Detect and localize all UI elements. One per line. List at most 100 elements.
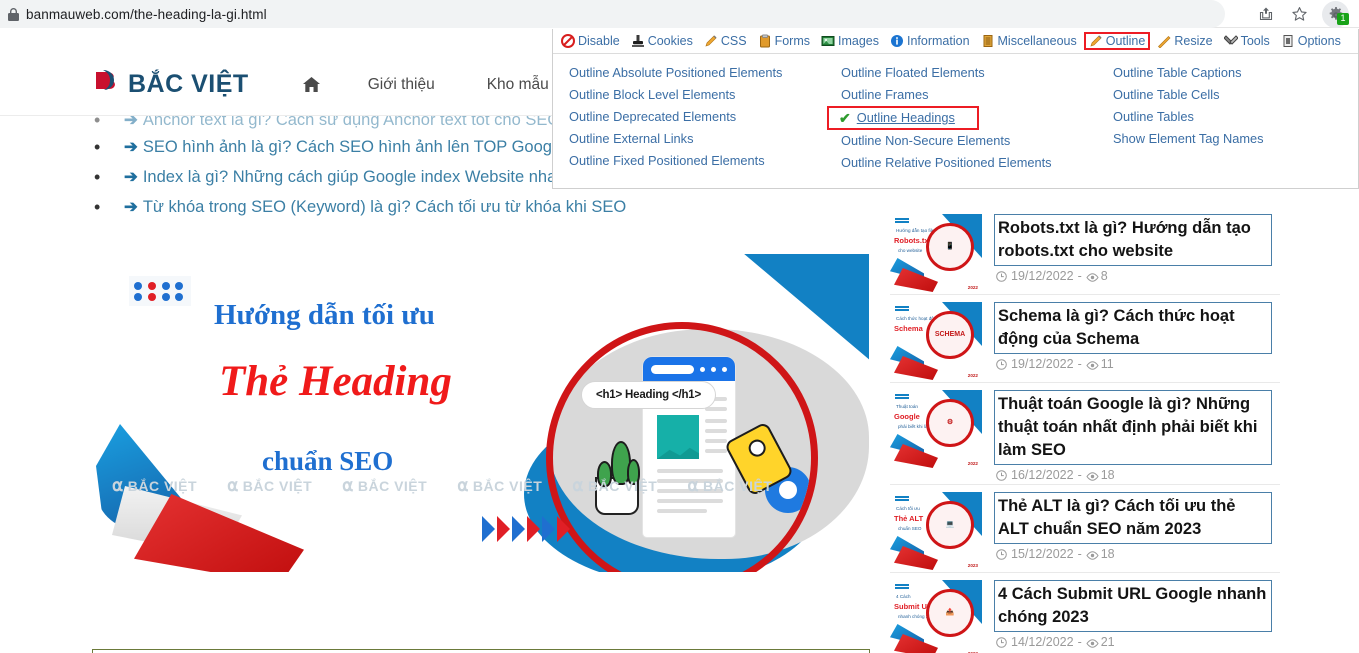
toolbar-item-css[interactable]: CSS	[700, 33, 751, 49]
browser-chrome: banmauweb.com/the-heading-la-gi.html 1	[0, 0, 1359, 28]
list-item[interactable]: Cách thức hoạt động Schema SCHEMA 2022 S…	[890, 295, 1280, 383]
toolbar-item-resize[interactable]: Resize	[1153, 33, 1216, 49]
post-title[interactable]: Robots.txt là gì? Hướng dẫn tạo robots.t…	[994, 214, 1272, 266]
post-date: 14/12/2022	[1011, 635, 1074, 649]
menu-item-outline-relative-positioned-elements[interactable]: Outline Relative Positioned Elements	[831, 152, 1097, 174]
menu-item-outline-absolute-positioned-elements[interactable]: Outline Absolute Positioned Elements	[553, 62, 831, 84]
menu-item-outline-deprecated-elements[interactable]: Outline Deprecated Elements	[553, 106, 831, 128]
list-item[interactable]: Hướng dẫn tạo file Robots.txt cho websit…	[890, 207, 1280, 295]
menu-item-outline-table-captions[interactable]: Outline Table Captions	[1097, 62, 1357, 84]
toolbar-item-cookies[interactable]: Cookies	[627, 33, 697, 49]
thumb-ring: ⚙	[926, 399, 974, 447]
post-meta: 14/12/2022 - 21	[994, 635, 1272, 649]
list-item[interactable]: ➔Từ khóa trong SEO (Keyword) là gì? Cách…	[94, 192, 854, 222]
menu-item-outline-frames[interactable]: Outline Frames	[831, 84, 1097, 106]
menu-item-label: Outline Floated Elements	[841, 65, 985, 80]
post-title[interactable]: Thẻ ALT là gì? Cách tối ưu thẻ ALT chuẩn…	[994, 492, 1272, 544]
post-views: 18	[1100, 468, 1115, 482]
star-icon[interactable]	[1288, 3, 1310, 25]
thumb-line-2: Google	[894, 412, 920, 421]
extension-badge: 1	[1337, 13, 1349, 25]
eye-icon	[1086, 549, 1099, 560]
clock-icon	[996, 469, 1007, 481]
pencil-icon	[1089, 34, 1103, 48]
thumb-ring: 📤	[926, 589, 974, 637]
toolbar-label: Disable	[578, 34, 620, 48]
menu-column-3: Outline Table Captions Outline Table Cel…	[1097, 62, 1357, 174]
web-developer-toolbar: Disable Cookies CSS Forms Images Informa…	[553, 29, 1358, 54]
infographic-line-2: Thẻ Heading	[219, 358, 452, 405]
menu-item-outline-fixed-positioned-elements[interactable]: Outline Fixed Positioned Elements	[553, 150, 831, 172]
eye-icon	[1086, 470, 1099, 481]
menu-item-outline-non-secure-elements[interactable]: Outline Non-Secure Elements	[831, 130, 1097, 152]
web-developer-panel: Disable Cookies CSS Forms Images Informa…	[552, 29, 1359, 189]
post-title[interactable]: 4 Cách Submit URL Google nhanh chóng 202…	[994, 580, 1272, 632]
menu-item-show-element-tag-names[interactable]: Show Element Tag Names	[1097, 128, 1357, 150]
clock-icon	[996, 358, 1007, 370]
menu-item-label: Show Element Tag Names	[1113, 131, 1264, 146]
menu-item-outline-external-links[interactable]: Outline External Links	[553, 128, 831, 150]
menu-item-label: Outline Deprecated Elements	[569, 109, 737, 124]
toolbar-item-outline[interactable]: Outline	[1083, 32, 1151, 50]
post-body: 4 Cách Submit URL Google nhanh chóng 202…	[994, 580, 1280, 653]
menu-item-label: Outline External Links	[569, 131, 694, 146]
menu-item-label: Outline Non-Secure Elements	[841, 133, 1011, 148]
post-meta: 15/12/2022 - 18	[994, 547, 1272, 561]
dot-icon	[711, 366, 716, 372]
toolbar-item-tools[interactable]: Tools	[1220, 33, 1274, 49]
list-item-label: SEO hình ảnh là gì? Cách SEO hình ảnh lê…	[142, 138, 616, 156]
arrow-icon: ➔	[124, 198, 138, 216]
nav-home-link[interactable]	[281, 77, 342, 92]
toolbar-item-images[interactable]: Images	[817, 33, 883, 49]
cookie-stamp-icon	[631, 34, 645, 48]
info-icon	[890, 34, 904, 48]
thumb-ring: 💻	[926, 501, 974, 549]
nav-item-gioi-thieu[interactable]: Giới thiệu	[342, 76, 461, 94]
toolbar-item-information[interactable]: Information	[886, 33, 974, 49]
thumb-badge: 2022	[967, 285, 978, 290]
menu-item-label: Outline Absolute Positioned Elements	[569, 65, 783, 80]
arrow-icon: ➔	[124, 114, 138, 129]
list-item-label: Index là gì? Những cách giúp Google inde…	[142, 168, 575, 186]
post-date: 15/12/2022	[1011, 547, 1074, 561]
ruler-icon	[1157, 34, 1171, 48]
meta-separator: -	[1077, 468, 1082, 482]
toolbar-item-forms[interactable]: Forms	[754, 33, 814, 49]
post-body: Thuật toán Google là gì? Những thuật toá…	[994, 390, 1280, 484]
post-title[interactable]: Schema là gì? Cách thức hoạt động của Sc…	[994, 302, 1272, 354]
menu-item-label: Outline Fixed Positioned Elements	[569, 153, 765, 168]
menu-item-outline-table-cells[interactable]: Outline Table Cells	[1097, 84, 1357, 106]
list-item[interactable]: Thuật toán Google phải biết khi làm SEO …	[890, 383, 1280, 485]
watermark: ⍺ BẮC VIỆT	[227, 476, 313, 495]
phone-titlebar	[643, 357, 735, 381]
clock-icon	[996, 636, 1007, 648]
list-item[interactable]: 4 Cách Submit URL Google nhanh chóng 202…	[890, 573, 1280, 653]
site-logo[interactable]: BẮC VIỆT	[94, 69, 249, 100]
menu-item-outline-tables[interactable]: Outline Tables	[1097, 106, 1357, 128]
toolbar-item-options[interactable]: Options	[1277, 33, 1345, 49]
clock-icon	[996, 548, 1007, 560]
menu-item-outline-headings[interactable]: ✔ Outline Headings	[827, 106, 979, 130]
menu-column-1: Outline Absolute Positioned Elements Out…	[553, 62, 831, 174]
post-title[interactable]: Thuật toán Google là gì? Những thuật toá…	[994, 390, 1272, 465]
toolbar-label: Resize	[1174, 34, 1213, 48]
menu-column-2: Outline Floated Elements Outline Frames …	[827, 62, 1097, 174]
eye-icon	[1086, 359, 1099, 370]
meta-separator: -	[1077, 547, 1082, 561]
toolbar-item-miscellaneous[interactable]: Miscellaneous	[977, 33, 1081, 49]
toolbar-item-disable[interactable]: Disable	[557, 33, 624, 49]
url-text: banmauweb.com/the-heading-la-gi.html	[26, 6, 267, 22]
post-views: 21	[1100, 635, 1115, 649]
post-body: Robots.txt là gì? Hướng dẫn tạo robots.t…	[994, 214, 1280, 294]
menu-item-outline-floated-elements[interactable]: Outline Floated Elements	[831, 62, 1097, 84]
menu-item-outline-block-level-elements[interactable]: Outline Block Level Elements	[553, 84, 831, 106]
watermark: ⍺ BẮC VIỆT	[342, 476, 428, 495]
share-icon[interactable]	[1255, 3, 1277, 25]
dot-grid-decoration	[129, 276, 191, 306]
arrow-icon: ➔	[124, 138, 138, 156]
post-date: 16/12/2022	[1011, 468, 1074, 482]
check-mark-icon: ✔	[839, 110, 851, 126]
list-item[interactable]: Cách tối ưu Thẻ ALT chuẩn SEO 💻 2023 Thẻ…	[890, 485, 1280, 573]
meta-separator: -	[1077, 269, 1082, 283]
address-bar[interactable]: banmauweb.com/the-heading-la-gi.html	[0, 0, 1225, 28]
